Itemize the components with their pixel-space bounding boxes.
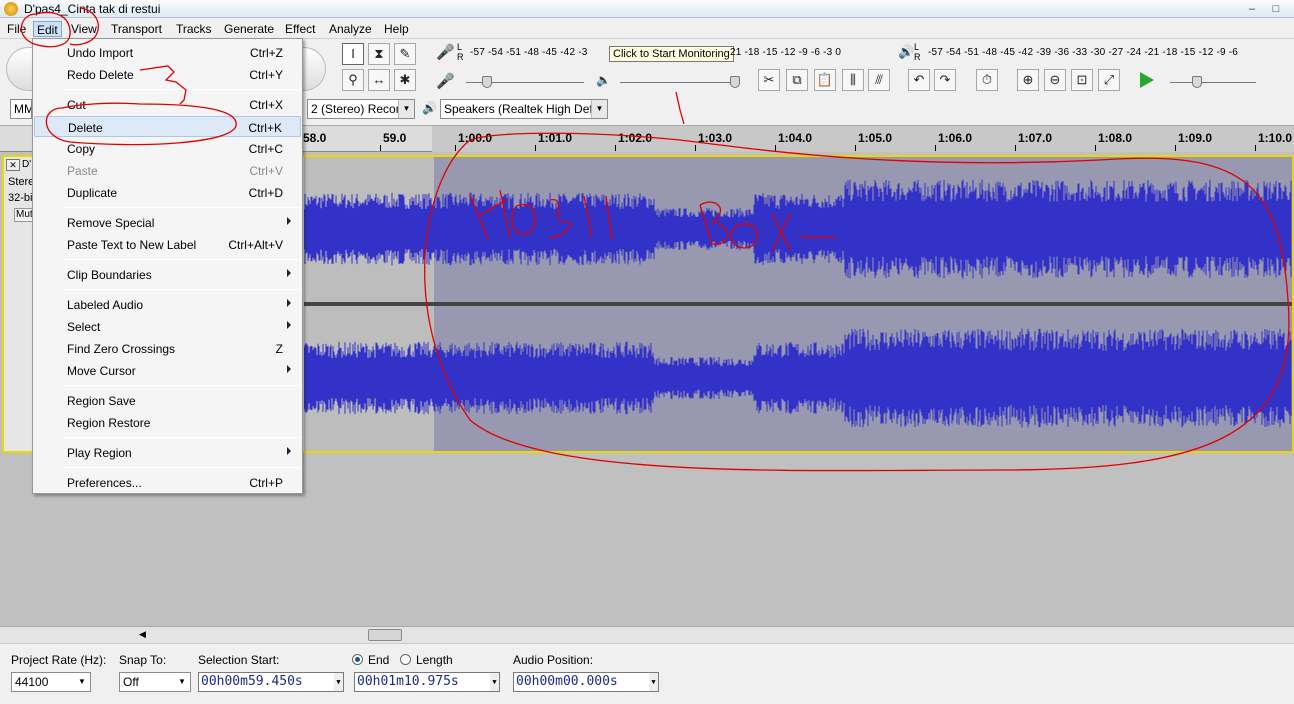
annotation-line-toolbar xyxy=(675,91,685,125)
audio-position-value: 00h00m00.000s xyxy=(516,674,618,689)
annotation-overlay xyxy=(20,7,1290,472)
scroll-thumb[interactable] xyxy=(368,629,402,641)
chevron-down-icon: ▼ xyxy=(334,673,343,691)
chevron-down-icon: ▼ xyxy=(174,673,190,691)
selection-end-value: 00h01m10.975s xyxy=(357,674,459,689)
annotation-circle-selection xyxy=(424,132,1290,472)
snap-to-value: Off xyxy=(123,675,139,689)
selection-end-field[interactable]: 00h01m10.975s ▼ xyxy=(354,672,500,692)
length-radio[interactable] xyxy=(400,654,411,665)
length-label: Length xyxy=(416,653,453,667)
chevron-down-icon: ▼ xyxy=(490,673,499,691)
annotation-circle-delete xyxy=(45,102,237,146)
chevron-down-icon: ▼ xyxy=(74,673,90,691)
annotation-bracket-redo xyxy=(139,65,187,105)
selection-start-value: 00h00m59.450s xyxy=(201,674,303,689)
snap-to-label: Snap To: xyxy=(119,653,167,667)
scroll-left-icon[interactable]: ◀ xyxy=(139,629,146,640)
snap-to-select[interactable]: Off ▼ xyxy=(119,672,191,692)
annotation-circle-edit xyxy=(20,11,71,48)
audio-position-field[interactable]: 00h00m00.000s ▼ xyxy=(513,672,659,692)
chevron-down-icon: ▼ xyxy=(649,673,658,691)
annotation-scribble-1 xyxy=(469,189,613,241)
selection-start-label: Selection Start: xyxy=(198,653,280,667)
annotation-mark-view xyxy=(69,7,99,46)
project-rate-label: Project Rate (Hz): xyxy=(11,653,107,667)
project-rate-select[interactable]: 44100 ▼ xyxy=(11,672,91,692)
selection-start-field[interactable]: 00h00m59.450s ▼ xyxy=(198,672,344,692)
audio-position-label: Audio Position: xyxy=(513,653,594,667)
end-label: End xyxy=(368,653,390,667)
end-radio[interactable] xyxy=(352,654,363,665)
horizontal-scrollbar[interactable]: ◀ xyxy=(0,626,1294,643)
annotation-scribble-2 xyxy=(699,201,837,253)
project-rate-value: 44100 xyxy=(15,675,49,689)
selection-toolbar: Project Rate (Hz): 44100 ▼ Snap To: Off ▼ … xyxy=(0,643,1294,704)
